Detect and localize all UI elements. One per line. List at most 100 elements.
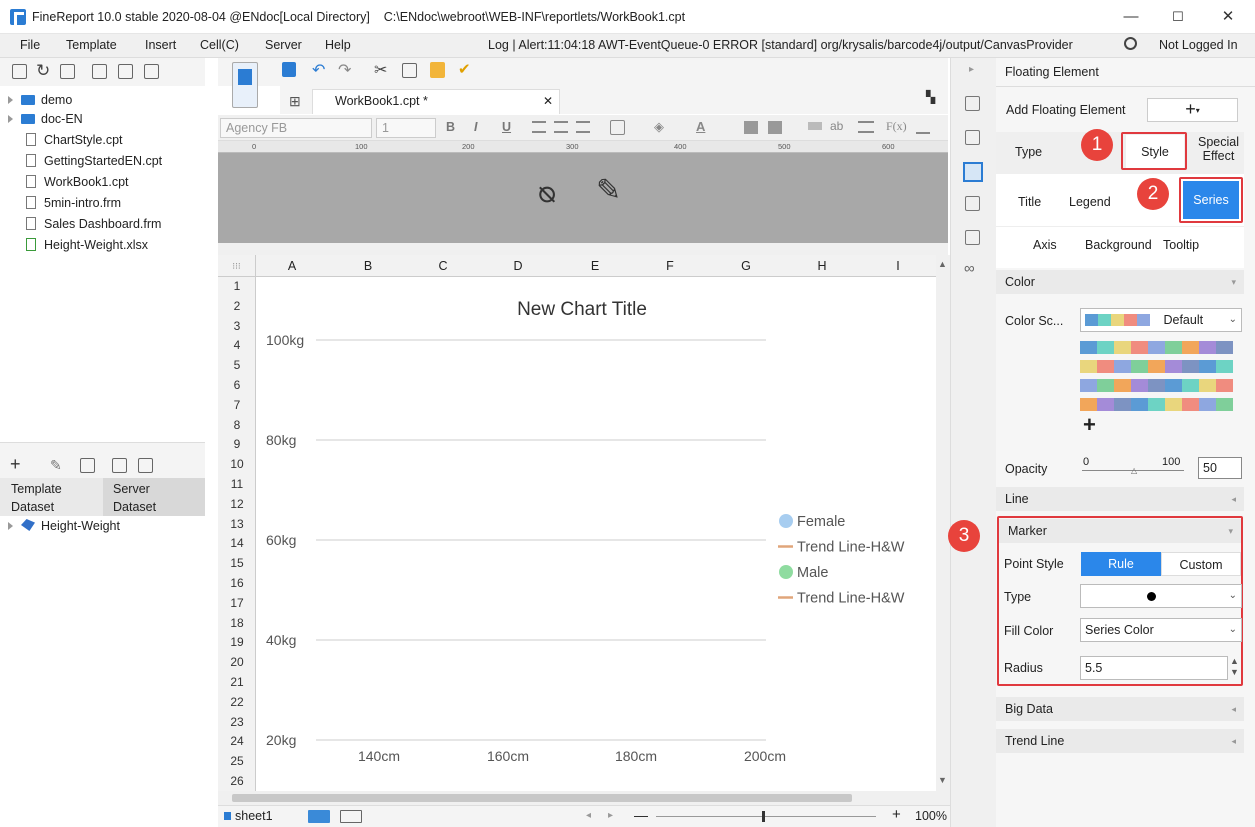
palette-swatch[interactable] — [1165, 341, 1182, 354]
new-folder-icon[interactable] — [12, 64, 27, 79]
row-header[interactable]: 22 — [218, 695, 256, 709]
row-header[interactable]: 16 — [218, 576, 256, 590]
column-header[interactable]: A — [282, 259, 302, 273]
cell-attr-icon[interactable] — [965, 96, 980, 111]
row-header[interactable]: 5 — [218, 358, 256, 372]
palette-swatch[interactable] — [1114, 341, 1131, 354]
palette-swatch[interactable] — [1199, 360, 1216, 373]
undo-icon[interactable]: ↶ — [312, 60, 325, 80]
tree-item-height-weight-xlsx[interactable]: Height-Weight.xlsx — [26, 235, 148, 255]
condition-icon[interactable] — [965, 230, 980, 245]
tree-item-gettingstarted[interactable]: GettingStartedEN.cpt — [26, 151, 162, 171]
delete-dataset-icon[interactable] — [80, 458, 95, 473]
copy-icon[interactable] — [144, 64, 159, 79]
section-line[interactable]: Line ◂ — [996, 487, 1244, 511]
menu-help[interactable]: Help — [325, 38, 351, 52]
hide-icon[interactable]: ⌀ — [538, 175, 556, 210]
locate-icon[interactable] — [92, 64, 107, 79]
palette-swatch[interactable] — [1199, 398, 1216, 411]
add-dataset-icon[interactable]: + — [10, 454, 21, 475]
zoom-in-button[interactable]: + — [892, 806, 901, 823]
bold-button[interactable]: B — [446, 120, 455, 134]
palette-swatch[interactable] — [1165, 379, 1182, 392]
widget-icon[interactable] — [965, 196, 980, 211]
tree-item-sales-dashboard[interactable]: Sales Dashboard.frm — [26, 214, 161, 234]
tab-type[interactable]: Type — [1015, 145, 1042, 159]
prev-sheet-icon[interactable]: ◂ — [586, 810, 591, 821]
palette-swatch[interactable] — [1097, 379, 1114, 392]
palette-swatch[interactable] — [1182, 341, 1199, 354]
tree-item-doc-en[interactable]: doc-EN — [8, 109, 83, 129]
redo-icon[interactable]: ↷ — [338, 60, 351, 80]
row-header[interactable]: 15 — [218, 556, 256, 570]
unmerge-icon[interactable] — [768, 121, 782, 134]
underline-button[interactable]: U — [502, 120, 511, 134]
column-header[interactable]: B — [358, 259, 378, 273]
vertical-scrollbar[interactable]: ▲ ▼ — [936, 255, 950, 791]
tab-axis[interactable]: Axis — [1033, 238, 1057, 252]
merge-icon[interactable] — [744, 121, 758, 134]
preview-icon[interactable] — [112, 458, 127, 473]
palette-swatch[interactable] — [1148, 398, 1165, 411]
maximize-button[interactable]: ☐ — [1155, 4, 1201, 30]
palette-swatch[interactable] — [1080, 341, 1097, 354]
palette-swatch[interactable] — [1114, 379, 1131, 392]
section-trend-line[interactable]: Trend Line ◂ — [996, 729, 1244, 753]
floating-element-icon[interactable] — [963, 162, 983, 182]
palette-swatch[interactable] — [1216, 379, 1233, 392]
align-left-icon[interactable] — [532, 121, 546, 133]
border-icon[interactable] — [610, 120, 625, 135]
edit-pencil-icon[interactable]: ✎ — [596, 173, 621, 208]
edit-icon[interactable]: ✎ — [50, 457, 62, 474]
insert-field-icon[interactable] — [808, 122, 822, 130]
spreadsheet-canvas[interactable]: New Chart Title 100kg 80kg 60kg 40kg 20kg 14… — [256, 277, 936, 791]
row-header[interactable]: 14 — [218, 536, 256, 550]
zoom-level[interactable]: 100% — [915, 809, 947, 823]
row-header[interactable]: 20 — [218, 655, 256, 669]
expand-editor-icon[interactable]: ▚ — [926, 90, 935, 104]
row-header[interactable]: 26 — [218, 774, 256, 788]
row-header[interactable]: 9 — [218, 437, 256, 451]
tab-server-dataset[interactable]: Server Dataset — [113, 480, 156, 516]
tab-template-dataset[interactable]: Template Dataset — [11, 480, 62, 516]
minimize-button[interactable]: — — [1108, 4, 1154, 30]
palette-swatch[interactable] — [1182, 398, 1199, 411]
add-floating-button[interactable]: +▾ — [1147, 98, 1238, 122]
report-type-icon[interactable] — [232, 62, 258, 108]
expand-icon[interactable] — [8, 115, 13, 123]
row-header[interactable]: 23 — [218, 715, 256, 729]
font-size-select[interactable]: 1 — [376, 118, 436, 138]
add-sheet-icon[interactable] — [308, 810, 330, 823]
row-header[interactable]: 17 — [218, 596, 256, 610]
insert-text-icon[interactable]: ab — [830, 119, 843, 133]
scroll-thumb[interactable] — [232, 794, 852, 802]
row-header[interactable]: 2 — [218, 299, 256, 313]
point-style-rule-button[interactable]: Rule — [1081, 552, 1161, 576]
opacity-input[interactable]: 50 — [1198, 457, 1242, 479]
tree-item-demo[interactable]: demo — [8, 90, 72, 110]
tab-background[interactable]: Background — [1085, 238, 1152, 252]
insert-chart-icon[interactable] — [916, 120, 930, 134]
row-header[interactable]: 10 — [218, 457, 256, 471]
close-button[interactable]: ✕ — [1205, 4, 1251, 30]
palette-swatch[interactable] — [1182, 360, 1199, 373]
palette-swatch[interactable] — [1097, 360, 1114, 373]
palette-swatch[interactable] — [1216, 360, 1233, 373]
font-family-select[interactable]: Agency FB — [220, 118, 372, 138]
row-header[interactable]: 12 — [218, 497, 256, 511]
font-color-icon[interactable]: A — [696, 119, 705, 134]
section-marker[interactable]: Marker ▾ — [999, 519, 1241, 543]
login-status[interactable]: Not Logged In — [1159, 38, 1238, 52]
search-icon[interactable] — [1124, 37, 1137, 50]
palette-swatch[interactable] — [1165, 360, 1182, 373]
palette-swatch[interactable] — [1216, 398, 1233, 411]
zoom-slider[interactable] — [656, 816, 876, 817]
menu-server[interactable]: Server — [265, 38, 302, 52]
expand-icon[interactable] — [8, 522, 13, 530]
tab-legend[interactable]: Legend — [1069, 195, 1111, 209]
dataset-item-height-weight[interactable]: Height-Weight — [8, 516, 120, 536]
log-message[interactable]: Log | Alert:11:04:18 AWT-EventQueue-0 ER… — [488, 38, 1073, 52]
row-header[interactable]: 21 — [218, 675, 256, 689]
column-header[interactable]: C — [433, 259, 453, 273]
palette-swatch[interactable] — [1148, 379, 1165, 392]
